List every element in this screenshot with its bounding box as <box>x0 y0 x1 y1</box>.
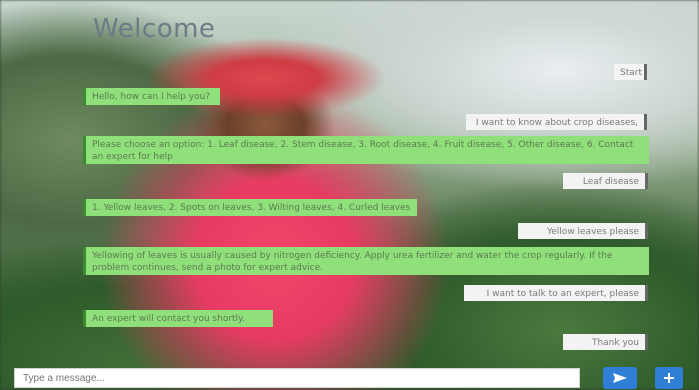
chat-window: Welcome Start Hello, how can I help you?… <box>0 0 699 390</box>
bot-message: Yellowing of leaves is usually caused by… <box>83 247 649 275</box>
bot-message: 1. Yellow leaves, 2. Spots on leaves, 3.… <box>83 199 417 216</box>
user-message: Yellow leaves please <box>518 223 648 239</box>
add-button[interactable] <box>655 367 683 389</box>
user-message: Leaf disease <box>563 173 648 189</box>
background-photo <box>0 0 699 390</box>
page-title: Welcome <box>93 14 216 44</box>
message-input[interactable] <box>14 368 580 388</box>
bot-message: Please choose an option: 1. Leaf disease… <box>83 136 649 164</box>
plus-icon <box>663 372 675 384</box>
user-message: Thank you <box>563 334 648 350</box>
bot-message: Hello, how can I help you? <box>83 88 220 105</box>
user-message: I want to know about crop diseases, plea… <box>466 114 647 130</box>
send-icon <box>612 372 628 384</box>
bot-message: An expert will contact you shortly. <box>83 310 273 327</box>
user-message: I want to talk to an expert, please <box>464 285 648 301</box>
send-button[interactable] <box>603 367 637 389</box>
user-message: Start <box>614 64 647 80</box>
